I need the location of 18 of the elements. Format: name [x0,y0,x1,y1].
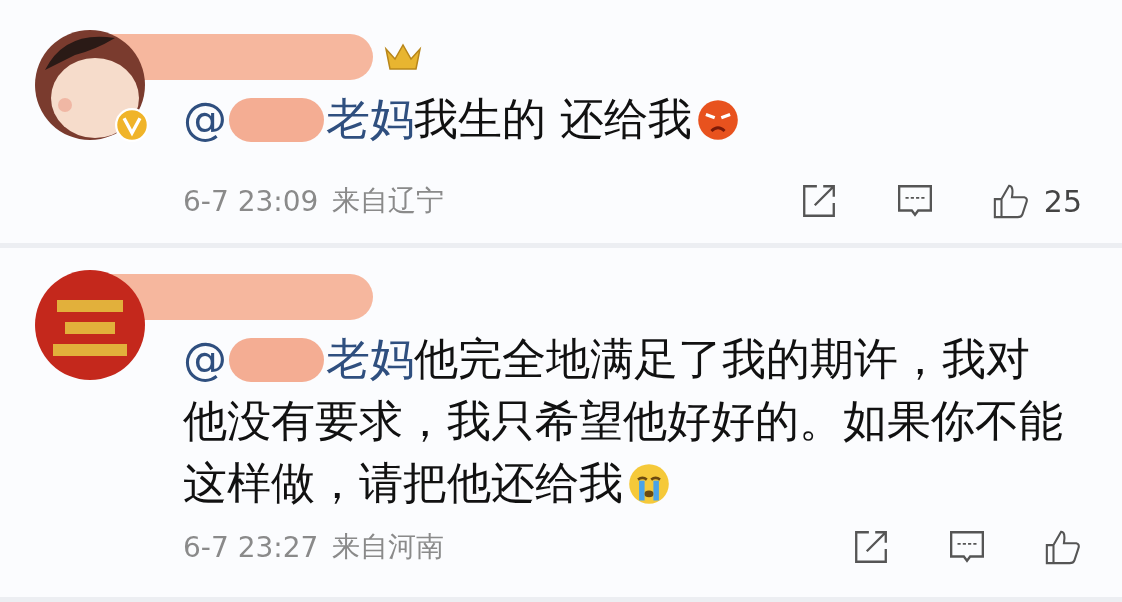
like-count: 25 [1043,183,1082,219]
mention-text[interactable]: 老妈 [326,333,414,384]
mention-text[interactable]: @ [183,93,227,144]
comment-text: 他完全地满足了我的期许，我对 [414,333,1030,384]
comment-location: 来自河南 [332,529,445,565]
comment-text: 他没有要求，我只希望他好好的。如果你不能 [183,395,1063,446]
like-icon[interactable] [991,182,1030,220]
angry-face-icon [696,98,740,142]
comment-text: 这样做，请把他还给我 [183,457,623,508]
share-icon[interactable] [852,528,890,566]
comment-location: 来自辽宁 [332,183,445,219]
like-icon[interactable] [1044,528,1082,566]
crying-face-icon [627,462,671,506]
comment-text: 我生的 还给我 [414,93,692,144]
mention-text[interactable]: @ [183,333,227,384]
comment-time: 6-7 23:09 [183,184,319,218]
mention-text[interactable]: 老妈 [326,93,414,144]
comment-time: 6-7 23:27 [183,530,319,564]
